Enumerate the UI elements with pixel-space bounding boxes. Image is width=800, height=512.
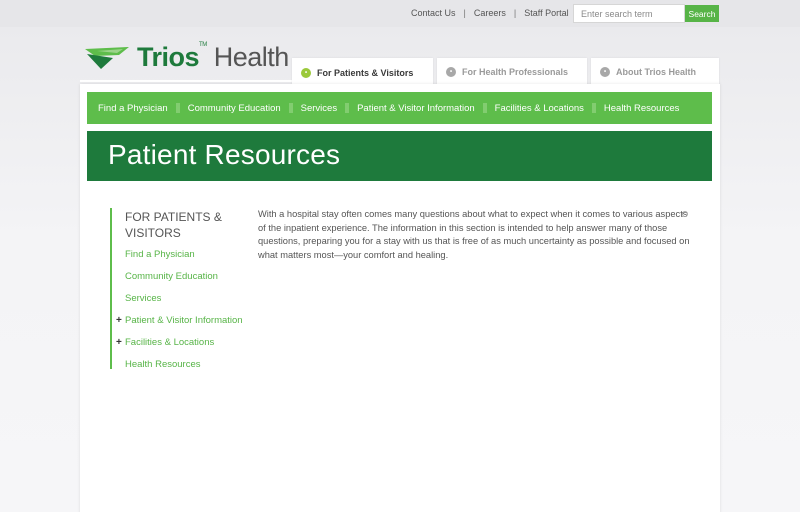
- sidenav-item-patient-visitor-info[interactable]: + Patient & Visitor Information: [116, 310, 250, 332]
- tab-label: About Trios Health: [616, 67, 697, 77]
- side-navigation: FOR PATIENTS & VISITORS Find a Physician…: [110, 208, 250, 370]
- patients-tab-icon: •: [301, 68, 311, 78]
- page-title: Patient Resources: [87, 131, 712, 181]
- logo-trademark: TM: [199, 42, 207, 48]
- sidenav-item-label: Health Resources: [125, 359, 201, 370]
- nav-health-resources[interactable]: Health Resources: [604, 103, 680, 114]
- intro-paragraph: With a hospital stay often comes many qu…: [258, 209, 690, 260]
- search-input[interactable]: [573, 4, 685, 23]
- sidenav-item-services[interactable]: Services: [125, 288, 250, 310]
- sidenav-item-community-education[interactable]: Community Education: [125, 266, 250, 288]
- sidenav-item-label: Facilities & Locations: [125, 337, 215, 348]
- nav-patient-visitor-info[interactable]: Patient & Visitor Information: [357, 103, 475, 114]
- nav-separator: [345, 103, 350, 113]
- tab-label: For Health Professionals: [462, 67, 569, 77]
- sidenav-item-label: Services: [125, 293, 162, 304]
- nav-separator: [175, 103, 180, 113]
- contact-us-link[interactable]: Contact Us: [411, 8, 456, 18]
- tab-about[interactable]: • About Trios Health: [591, 58, 719, 86]
- tab-health-professionals[interactable]: • For Health Professionals: [437, 58, 587, 86]
- trios-logo-mark-icon: [85, 46, 129, 69]
- sidenav-item-health-resources[interactable]: Health Resources: [125, 354, 250, 376]
- staff-portal-link[interactable]: Staff Portal: [524, 8, 568, 18]
- trios-health-logo[interactable]: TriosTM Health: [83, 42, 289, 73]
- expand-icon[interactable]: +: [116, 310, 122, 332]
- nav-services[interactable]: Services: [301, 103, 337, 114]
- about-tab-icon: •: [600, 67, 610, 77]
- logo-wordmark: TriosTM Health: [137, 42, 289, 73]
- sidenav-item-label: Patient & Visitor Information: [125, 315, 243, 326]
- sidenav-title: FOR PATIENTS & VISITORS: [125, 210, 222, 240]
- sidenav-item-facilities-locations[interactable]: + Facilities & Locations: [116, 332, 250, 354]
- nav-facilities-locations[interactable]: Facilities & Locations: [495, 103, 584, 114]
- circle-icon: [682, 211, 688, 217]
- nav-separator: [482, 103, 487, 113]
- expand-icon[interactable]: +: [116, 332, 122, 354]
- professionals-tab-icon: •: [446, 67, 456, 77]
- main-navigation: Find a Physician Community Education Ser…: [87, 92, 712, 124]
- search-button[interactable]: Search: [685, 5, 719, 22]
- sidenav-item-label: Find a Physician: [125, 249, 195, 260]
- logo-brand-light: Health: [213, 42, 290, 72]
- careers-link[interactable]: Careers: [474, 8, 506, 18]
- nav-find-physician[interactable]: Find a Physician: [98, 103, 168, 114]
- divider: |: [513, 8, 517, 18]
- logo-brand-bold: Trios: [137, 42, 200, 72]
- utility-links: Contact Us | Careers | Staff Portal: [411, 8, 569, 18]
- nav-separator: [288, 103, 293, 113]
- tab-label: For Patients & Visitors: [317, 68, 414, 78]
- nav-community-education[interactable]: Community Education: [188, 103, 281, 114]
- sidenav-item-label: Community Education: [125, 271, 218, 282]
- logo-underline: [80, 80, 292, 82]
- divider: |: [463, 8, 466, 18]
- sidenav-item-find-physician[interactable]: Find a Physician: [125, 244, 250, 266]
- nav-separator: [591, 103, 596, 113]
